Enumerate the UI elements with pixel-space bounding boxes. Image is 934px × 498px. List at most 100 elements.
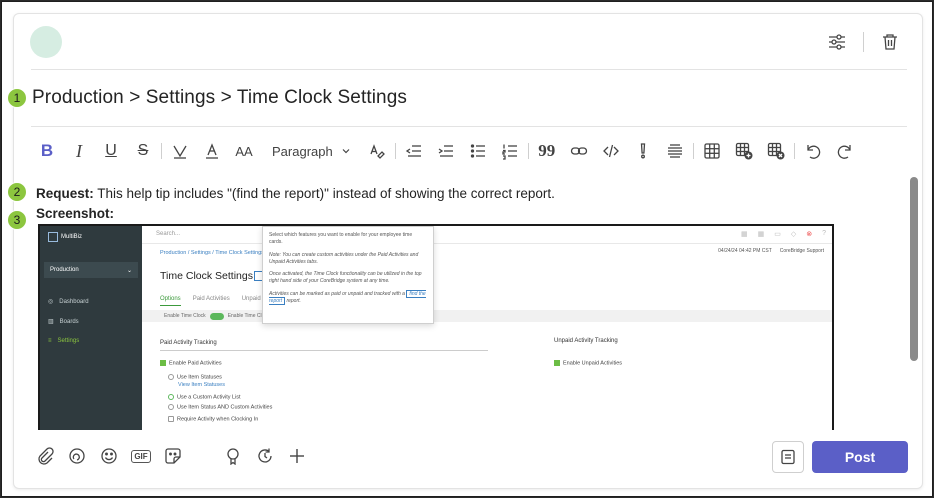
add-table-row-button[interactable] xyxy=(728,138,760,164)
enable-label-2: Enable Time Cl xyxy=(227,313,262,319)
enable-label: Enable Time Clock xyxy=(164,313,206,319)
bold-button[interactable]: B xyxy=(31,138,63,164)
tip-text: Activities can be marked as paid or unpa… xyxy=(269,290,405,297)
numbered-list-icon xyxy=(502,144,517,160)
sticker-icon xyxy=(165,448,181,464)
underline-button[interactable]: U xyxy=(95,138,127,164)
settings-sliders-icon[interactable] xyxy=(825,30,849,54)
highlight-button[interactable] xyxy=(164,138,196,164)
font-color-button[interactable] xyxy=(196,138,228,164)
redo-button[interactable] xyxy=(829,138,861,164)
radio xyxy=(168,416,174,422)
message-compose-card: Production > Settings > Time Clock Setti… xyxy=(13,13,923,489)
table-icon xyxy=(704,143,720,159)
insert-table-button[interactable] xyxy=(696,138,728,164)
tip-paragraph: Note: You can create custom activities u… xyxy=(269,251,419,265)
checkbox-label: Require Activity when Clocking In xyxy=(177,416,259,423)
dashboard-icon: ◎ xyxy=(48,299,54,305)
avatar xyxy=(30,26,62,58)
help-tip-popover: Select which features you want to enable… xyxy=(262,226,434,324)
loop-button[interactable] xyxy=(61,442,93,470)
paragraph-dropdown[interactable]: Paragraph xyxy=(260,138,361,164)
sticker-button[interactable] xyxy=(157,442,189,470)
divider xyxy=(161,143,162,159)
undo-icon xyxy=(807,145,820,159)
embedded-screenshot[interactable]: MultiBiz Production ⌄ ◎ Dashboard ▥ Boards … xyxy=(38,224,834,430)
sidebar-item-label: Settings xyxy=(57,338,80,344)
paperclip-icon xyxy=(38,447,54,465)
divider xyxy=(31,126,907,127)
app-logo: MultiBiz xyxy=(48,232,82,242)
increase-indent-button[interactable] xyxy=(430,138,462,164)
view-item-link: View Item Statuses xyxy=(178,382,225,388)
divider xyxy=(527,143,529,159)
radio xyxy=(168,404,174,410)
step-badge: 1 xyxy=(7,88,27,108)
refresh-clock-icon xyxy=(258,448,272,463)
sidebar-item-dashboard: ◎ Dashboard xyxy=(48,298,89,306)
tip-paragraph: Activities can be marked as paid or unpa… xyxy=(269,289,427,306)
boards-icon: ▥ xyxy=(48,319,54,325)
app-sidebar: MultiBiz Production ⌄ ◎ Dashboard ▥ Boards … xyxy=(40,226,142,430)
praise-button[interactable] xyxy=(217,442,249,470)
app-status: 04/24/24 04:42 PM CST CoreBridge Support xyxy=(718,248,824,254)
checkbox xyxy=(554,360,560,366)
decrease-indent-button[interactable] xyxy=(398,138,430,164)
delete-table-button[interactable] xyxy=(760,138,792,164)
note-icon xyxy=(781,449,795,465)
redo-icon xyxy=(837,145,851,159)
screenshot-label: Screenshot: xyxy=(36,206,114,221)
indent-icon xyxy=(438,145,453,157)
divider xyxy=(692,143,694,159)
schedule-button[interactable] xyxy=(249,442,281,470)
horizontal-rule-icon xyxy=(667,144,682,158)
more-actions-button[interactable] xyxy=(281,442,313,470)
format-toggle-button[interactable] xyxy=(772,441,804,473)
unpaid-header: Unpaid Activity Tracking xyxy=(554,338,618,344)
italic-icon: I xyxy=(76,140,82,161)
logo-text: MultiBiz xyxy=(61,234,83,240)
step-badge: 3 xyxy=(7,210,27,230)
quote-button[interactable]: 99 xyxy=(531,138,563,164)
tip-text: report. xyxy=(285,297,301,304)
sidebar-item-label: Boards xyxy=(59,318,79,325)
strikethrough-button[interactable]: S xyxy=(127,138,159,164)
numbered-list-button[interactable] xyxy=(494,138,526,164)
radio-label: Use Item Status AND Custom Activities xyxy=(177,404,273,411)
sidebar-item-boards: ▥ Boards xyxy=(48,318,79,326)
code-button[interactable] xyxy=(595,138,627,164)
horizontal-rule-button[interactable] xyxy=(659,138,691,164)
request-text: This help tip includes "(find the report… xyxy=(93,186,555,201)
tab-options: Options xyxy=(160,296,181,306)
formatting-toolbar: B I U S AA Paragraph 99 xyxy=(31,138,861,164)
bulleted-list-button[interactable] xyxy=(462,138,494,164)
trash-icon[interactable] xyxy=(878,30,902,54)
link-button[interactable] xyxy=(563,138,595,164)
window-frame: Production > Settings > Time Clock Setti… xyxy=(1,1,933,497)
logo-mark xyxy=(48,232,58,242)
attach-button[interactable] xyxy=(29,442,61,470)
underline-icon: U xyxy=(105,142,117,159)
undo-button[interactable] xyxy=(797,138,829,164)
bell-icon: ◇ xyxy=(790,231,797,238)
tip-paragraph: Select which features you want to enable… xyxy=(269,232,413,246)
app-icon: ▦ xyxy=(740,231,748,238)
help-icon: ? xyxy=(822,230,826,237)
enable-strip: Enable Time Clock Enable Time Cl xyxy=(142,310,832,322)
emoji-button[interactable] xyxy=(93,442,125,470)
paid-header: Paid Activity Tracking xyxy=(160,340,217,346)
gif-icon: GIF xyxy=(131,449,151,463)
post-button[interactable]: Post xyxy=(812,441,908,473)
italic-button[interactable]: I xyxy=(63,138,95,164)
font-size-button[interactable]: AA xyxy=(228,138,260,164)
divider xyxy=(863,32,864,52)
scrollbar[interactable] xyxy=(910,177,918,361)
step-badge: 2 xyxy=(7,182,27,202)
important-button[interactable] xyxy=(627,138,659,164)
gif-button[interactable]: GIF xyxy=(125,442,157,470)
clear-format-button[interactable] xyxy=(361,138,393,164)
divider xyxy=(160,350,488,351)
screenshot-label-text: Screenshot: xyxy=(36,206,115,221)
page-title[interactable]: Production > Settings > Time Clock Setti… xyxy=(32,87,407,109)
sidebar-item-production: Production ⌄ xyxy=(44,262,138,278)
